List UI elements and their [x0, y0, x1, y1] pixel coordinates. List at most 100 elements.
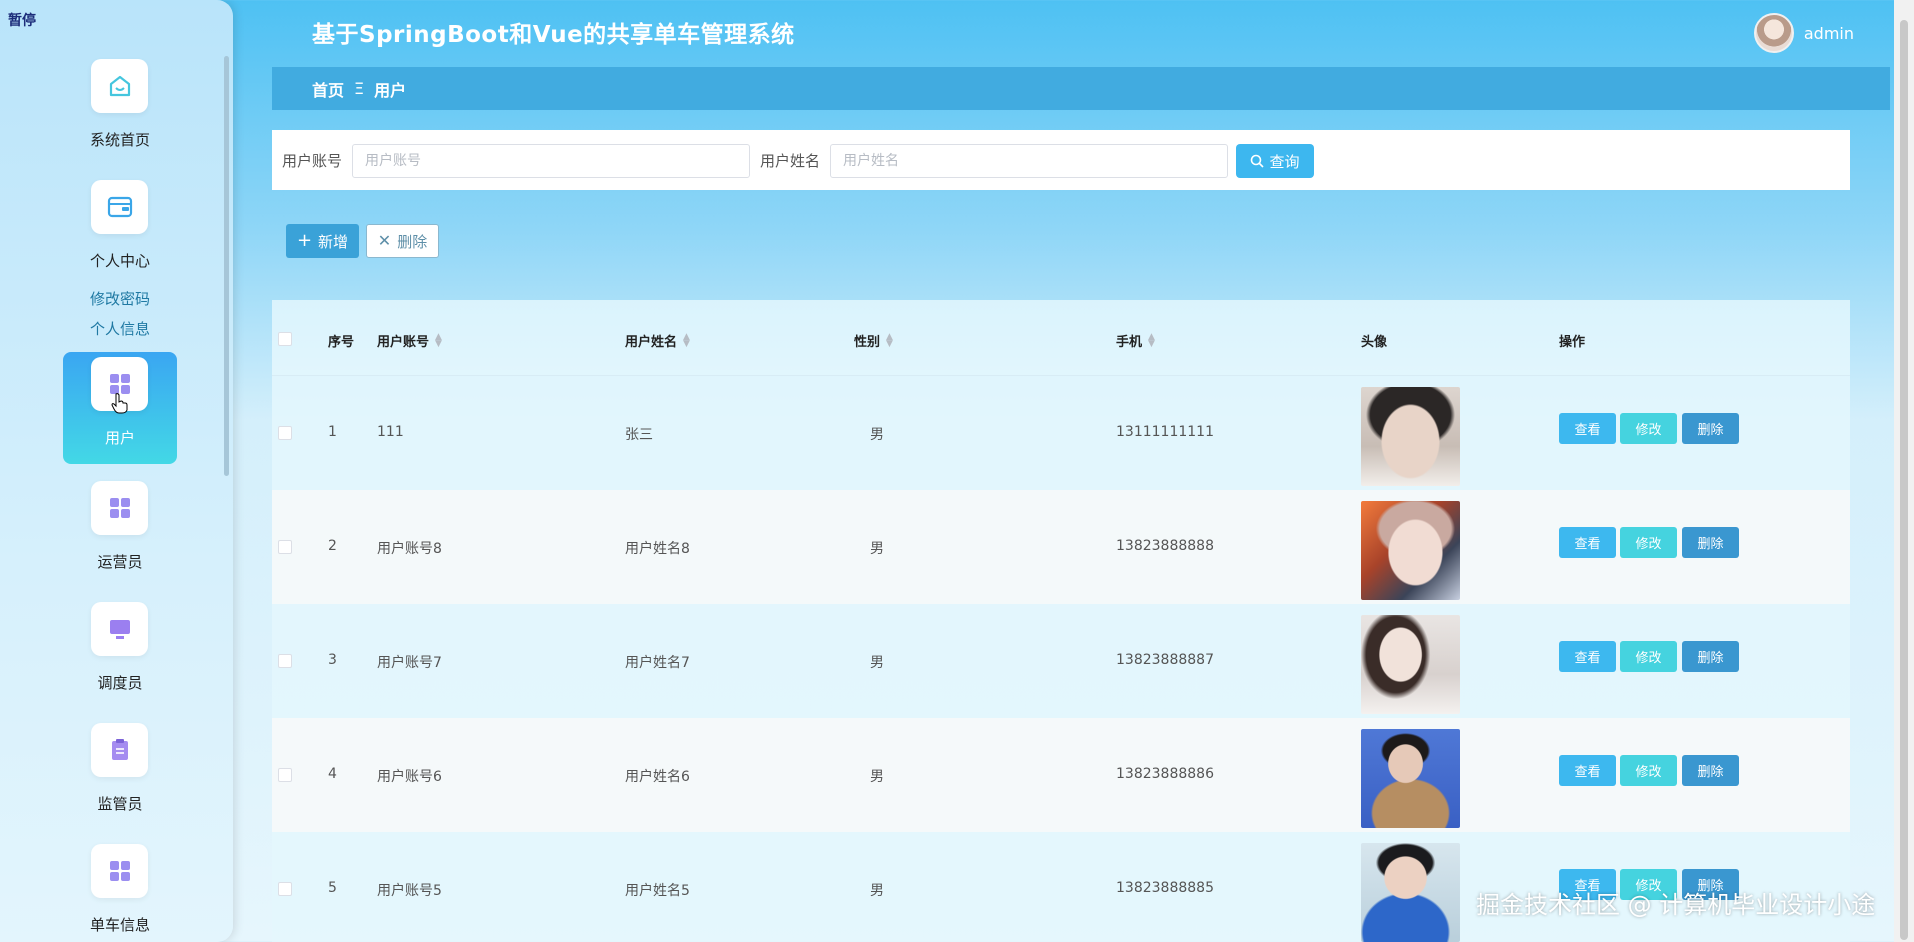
sidebar-item-home[interactable]: 系统首页 [63, 54, 177, 166]
column-header-gender[interactable]: 性别 ▲ ▼ [854, 331, 893, 350]
row-checkbox[interactable] [278, 654, 292, 668]
column-header-account[interactable]: 用户账号 ▲ ▼ [377, 331, 442, 350]
user-avatar-image [1361, 501, 1460, 600]
search-panel: 用户账号 用户姓名 查询 [272, 130, 1850, 190]
sidebar-item-operators[interactable]: 运营员 [63, 476, 177, 588]
name-search-input[interactable] [830, 144, 1228, 178]
sidebar-item-label: 个人中心 [89, 252, 150, 270]
delete-button[interactable]: 删除 [1682, 413, 1739, 444]
grid-icon [91, 844, 148, 898]
column-header-avatar: 头像 [1361, 335, 1388, 350]
cell-name: 用户姓名8 [625, 541, 690, 557]
app-title: 基于SpringBoot和Vue的共享单车管理系统 [312, 22, 795, 48]
clipboard-icon [91, 723, 148, 777]
view-button[interactable]: 查看 [1559, 755, 1616, 786]
cell-account: 用户账号5 [377, 883, 442, 899]
cell-no: 2 [328, 538, 337, 554]
account-search-input[interactable] [352, 144, 750, 178]
sort-icon[interactable]: ▲ ▼ [886, 333, 893, 348]
cell-gender: 男 [870, 655, 884, 671]
sort-icon[interactable]: ▲ ▼ [1148, 333, 1155, 348]
sort-icon[interactable]: ▲ ▼ [435, 333, 442, 348]
sidebar-subitem-change-password[interactable]: 修改密码 [63, 288, 177, 309]
username: admin [1803, 23, 1854, 43]
sidebar-item-label: 监管员 [97, 795, 143, 813]
cell-phone: 13823888887 [1116, 652, 1214, 668]
sidebar-item-label: 系统首页 [89, 131, 150, 149]
column-header-name[interactable]: 用户姓名 ▲ ▼ [625, 331, 690, 350]
row-checkbox[interactable] [278, 426, 292, 440]
cell-account: 用户账号8 [377, 541, 442, 557]
cell-gender: 男 [870, 883, 884, 899]
table-row: 1 111 张三 男 13111111111 查看 修改 删除 [272, 376, 1850, 490]
user-avatar-image [1361, 615, 1460, 714]
add-button[interactable]: + 新增 [286, 224, 359, 258]
user-menu[interactable]: admin [1753, 13, 1854, 53]
close-icon: ✕ [377, 231, 392, 250]
top-bar: 基于SpringBoot和Vue的共享单车管理系统 admin [0, 0, 1914, 64]
grid-icon [91, 481, 148, 535]
column-header-actions: 操作 [1559, 335, 1586, 350]
user-avatar-image [1361, 843, 1460, 942]
view-button[interactable]: 查看 [1559, 413, 1616, 444]
cell-name: 用户姓名7 [625, 655, 690, 671]
sidebar-item-label: 用户 [104, 429, 135, 447]
sidebar-item-bikes[interactable]: 单车信息 [63, 839, 177, 942]
view-button[interactable]: 查看 [1559, 641, 1616, 672]
breadcrumb-current: 用户 [374, 80, 407, 100]
sidebar-item-supervisors[interactable]: 监管员 [63, 718, 177, 830]
select-all-checkbox[interactable] [278, 332, 292, 346]
edit-button[interactable]: 修改 [1620, 755, 1677, 786]
row-checkbox[interactable] [278, 882, 292, 896]
sort-icon[interactable]: ▲ ▼ [683, 333, 690, 348]
sidebar-item-dispatchers[interactable]: 调度员 [63, 597, 177, 709]
row-checkbox[interactable] [278, 540, 292, 554]
sidebar-item-profile[interactable]: 个人中心 [63, 175, 177, 287]
breadcrumb: 首页 Ξ 用户 [272, 67, 1890, 110]
view-button[interactable]: 查看 [1559, 527, 1616, 558]
avatar[interactable] [1753, 13, 1794, 53]
delete-button[interactable]: 删除 [1682, 641, 1739, 672]
edit-button[interactable]: 修改 [1620, 641, 1677, 672]
breadcrumb-home[interactable]: 首页 [312, 77, 344, 101]
watermark: 掘金技术社区 @ 计算机毕业设计小途 [1476, 891, 1876, 919]
plus-icon: + [296, 230, 313, 251]
cell-name: 用户姓名5 [625, 883, 690, 899]
edit-button[interactable]: 修改 [1620, 527, 1677, 558]
sidebar-scrollbar[interactable] [224, 56, 229, 476]
page-scrollbar-thumb[interactable] [1900, 20, 1908, 940]
page-scrollbar[interactable] [1894, 0, 1914, 942]
batch-delete-button[interactable]: ✕ 删除 [366, 224, 439, 258]
sidebar: 系统首页 个人中心 修改密码 个人信息 用户 运营员 调度员 监管员 单车信息 [0, 0, 233, 942]
cell-no: 4 [328, 766, 337, 782]
search-button[interactable]: 查询 [1236, 144, 1314, 178]
name-search-label: 用户姓名 [760, 152, 821, 170]
table-header: 序号 用户账号 ▲ ▼ 用户姓名 ▲ ▼ 性别 ▲ ▼ 手机 ▲ ▼ 头像 操作 [272, 300, 1850, 376]
cell-account: 用户账号6 [377, 769, 442, 785]
row-checkbox[interactable] [278, 768, 292, 782]
add-button-label: 新增 [318, 232, 349, 251]
cell-account: 111 [377, 424, 404, 440]
sidebar-subitem-personal-info[interactable]: 个人信息 [63, 318, 177, 339]
cell-name: 张三 [625, 427, 653, 443]
cell-no: 5 [328, 880, 337, 896]
users-table: 序号 用户账号 ▲ ▼ 用户姓名 ▲ ▼ 性别 ▲ ▼ 手机 ▲ ▼ 头像 操作 1 111 张… [272, 300, 1850, 942]
column-header-phone[interactable]: 手机 ▲ ▼ [1116, 331, 1155, 350]
table-row: 4 用户账号6 用户姓名6 男 13823888886 查看 修改 删除 [272, 718, 1850, 832]
edit-button[interactable]: 修改 [1620, 413, 1677, 444]
user-avatar-image [1361, 729, 1460, 828]
search-icon [1251, 154, 1265, 168]
home-icon [91, 59, 148, 113]
cell-account: 用户账号7 [377, 655, 442, 671]
wallet-icon [91, 180, 148, 234]
delete-button[interactable]: 删除 [1682, 527, 1739, 558]
cell-no: 3 [328, 652, 337, 668]
table-row: 3 用户账号7 用户姓名7 男 13823888887 查看 修改 删除 [272, 604, 1850, 718]
cell-no: 1 [328, 424, 337, 440]
user-avatar-image [1361, 387, 1460, 486]
cell-gender: 男 [870, 541, 884, 557]
delete-button[interactable]: 删除 [1682, 755, 1739, 786]
cell-phone: 13823888885 [1116, 880, 1214, 896]
table-row: 2 用户账号8 用户姓名8 男 13823888888 查看 修改 删除 [272, 490, 1850, 604]
sidebar-item-users[interactable]: 用户 [63, 352, 177, 464]
